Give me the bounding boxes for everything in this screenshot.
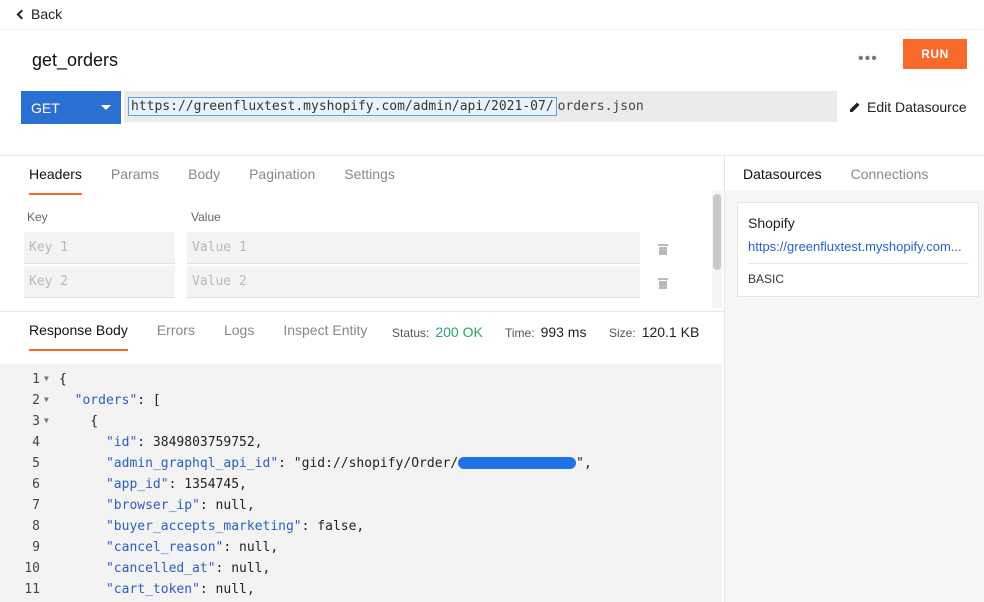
tab-body[interactable]: Body — [188, 166, 220, 194]
line-number: 2 — [32, 393, 40, 408]
code-text: { — [59, 414, 99, 429]
url-input[interactable]: https://greenfluxtest.myshopify.com/admi… — [124, 91, 837, 122]
code-line: 9 "cancel_reason": null, — [0, 540, 722, 561]
code-text-value: "admin_graphql_api_id": "gid://shopify/O… — [105, 456, 459, 471]
header-value-input[interactable]: Value 2 — [187, 266, 640, 298]
line-number: 6 — [32, 477, 40, 492]
code-text: "orders": [ — [74, 393, 161, 408]
datasource-name: Shopify — [748, 215, 795, 231]
more-options-icon[interactable]: ••• — [858, 50, 878, 68]
back-label: Back — [31, 6, 63, 22]
tab-settings[interactable]: Settings — [344, 166, 395, 194]
tab-headers[interactable]: Headers — [29, 166, 82, 195]
code-text: "id": 3849803759752, — [105, 435, 263, 450]
code-line: 11 "cart_token": null, — [0, 582, 722, 602]
url-path: orders.json — [557, 99, 644, 114]
fold-arrow-icon[interactable]: ▼ — [44, 395, 49, 404]
time-value: 993 ms — [540, 324, 587, 340]
code-text: "cart_token": null, — [105, 582, 255, 597]
header-key-input[interactable]: Key 2 — [24, 266, 175, 298]
line-number: 8 — [32, 519, 40, 534]
header-value-input[interactable]: Value 1 — [187, 232, 640, 264]
response-status: Status: 200 OK — [392, 324, 483, 340]
http-method-select[interactable]: GET — [21, 91, 121, 124]
divider — [748, 263, 969, 264]
chevron-left-icon — [16, 9, 27, 20]
top-bar: Back — [0, 0, 984, 30]
line-number: 4 — [32, 435, 40, 450]
code-line: 4 "id": 3849803759752, — [0, 435, 722, 456]
response-tabs: Response Body Errors Logs Inspect Entity — [29, 322, 396, 351]
response-body-editor[interactable]: 1 ▼ { 2 ▼ "orders": [ 3 ▼ { 4 "id": 3849… — [0, 364, 722, 602]
code-line: 6 "app_id": 1354745, — [0, 477, 722, 498]
headers-scrollbar-thumb[interactable] — [713, 194, 721, 270]
code-text: "cancel_reason": null, — [105, 540, 279, 555]
status-value: 200 OK — [435, 324, 483, 340]
request-tabs: Headers Params Body Pagination Settings — [29, 166, 424, 196]
edit-datasource-button[interactable]: Edit Datasource — [849, 99, 967, 115]
size-value: 120.1 KB — [641, 324, 700, 340]
tab-pagination[interactable]: Pagination — [249, 166, 315, 194]
header-key-input[interactable]: Key 1 — [24, 232, 175, 264]
line-number: 1 — [32, 372, 40, 387]
response-time: Time: 993 ms — [505, 324, 586, 340]
redacted-value — [458, 456, 577, 469]
time-label: Time: — [505, 326, 535, 340]
caret-down-icon — [101, 105, 111, 110]
http-method-value: GET — [31, 99, 60, 116]
divider — [0, 155, 984, 156]
value-column-header: Value — [191, 210, 221, 224]
line-number: 7 — [32, 498, 40, 513]
trash-icon[interactable] — [658, 243, 668, 255]
pencil-icon — [850, 102, 860, 112]
datasource-url[interactable]: https://greenfluxtest.myshopify.com... — [748, 239, 970, 254]
datasource-card[interactable]: Shopify https://greenfluxtest.myshopify.… — [737, 202, 979, 297]
datasource-auth-type: BASIC — [748, 272, 785, 286]
edit-datasource-label: Edit Datasource — [867, 99, 967, 115]
code-line: 2 ▼ "orders": [ — [0, 393, 722, 414]
trash-icon[interactable] — [658, 277, 668, 289]
code-text: "buyer_accepts_marketing": false, — [105, 519, 365, 534]
code-line: 3 ▼ { — [0, 414, 722, 435]
code-line: 7 "browser_ip": null, — [0, 498, 722, 519]
code-line: 8 "buyer_accepts_marketing": false, — [0, 519, 722, 540]
line-number: 10 — [24, 561, 40, 576]
fold-arrow-icon[interactable]: ▼ — [44, 374, 49, 383]
response-size: Size: 120.1 KB — [609, 324, 699, 340]
run-button[interactable]: RUN — [903, 39, 967, 69]
code-text: "browser_ip": null, — [105, 498, 255, 513]
back-button[interactable]: Back — [16, 6, 63, 22]
api-name[interactable]: get_orders — [32, 50, 118, 71]
code-text: "admin_graphql_api_id": "gid://shopify/O… — [59, 456, 592, 471]
tab-params[interactable]: Params — [111, 166, 159, 194]
datasource-url-chip[interactable]: https://greenfluxtest.myshopify.com/admi… — [128, 97, 557, 116]
size-label: Size: — [609, 326, 636, 340]
code-line: 10 "cancelled_at": null, — [0, 561, 722, 582]
code-text: "cancelled_at": null, — [105, 561, 271, 576]
tab-logs[interactable]: Logs — [224, 322, 254, 350]
code-text: { — [59, 372, 67, 387]
line-number: 11 — [24, 582, 40, 597]
line-number: 3 — [32, 414, 40, 429]
code-line: 1 ▼ { — [0, 372, 722, 393]
code-line: 5 "admin_graphql_api_id": "gid://shopify… — [0, 456, 722, 477]
status-label: Status: — [392, 326, 430, 340]
tab-response-body[interactable]: Response Body — [29, 322, 128, 351]
line-number: 9 — [32, 540, 40, 555]
fold-arrow-icon[interactable]: ▼ — [44, 416, 49, 425]
divider — [0, 311, 724, 312]
line-number: 5 — [32, 456, 40, 471]
tab-inspect-entity[interactable]: Inspect Entity — [283, 322, 367, 350]
code-text: "app_id": 1354745, — [105, 477, 247, 492]
tab-errors[interactable]: Errors — [157, 322, 195, 350]
key-column-header: Key — [27, 210, 48, 224]
